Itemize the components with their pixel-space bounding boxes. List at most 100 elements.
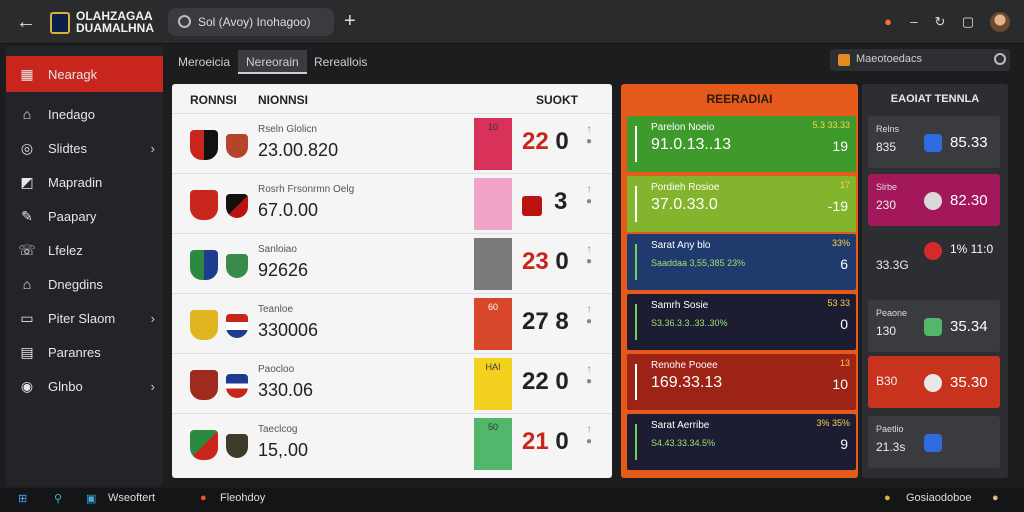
- stat-card[interactable]: Renohe Pooee 169.33.13 13 10: [627, 354, 856, 410]
- chevron-right-icon: ›: [150, 140, 155, 156]
- sidebar-item-7[interactable]: ▭ Piter Slaom ›: [6, 300, 163, 336]
- user-icon[interactable]: ●: [992, 492, 999, 504]
- row-color-block: 10: [474, 118, 512, 170]
- sidebar-item-3[interactable]: ◩ Mapradin: [6, 164, 163, 200]
- metric-number: 130: [876, 324, 897, 338]
- sidebar-item-label: Inedago: [48, 106, 95, 122]
- stat-card[interactable]: Parelon Noeio 91.0.13..13 5.3 33.33 19: [627, 116, 856, 172]
- tab-0[interactable]: Meroeicia: [170, 50, 238, 74]
- row-score: 3: [554, 188, 568, 215]
- taskbar-app-2[interactable]: Fleohdoy: [220, 492, 265, 504]
- search-icon[interactable]: ⚲: [54, 492, 62, 505]
- target-icon: ◎: [20, 139, 34, 156]
- metric-number: 230: [876, 198, 897, 212]
- search-icon[interactable]: [994, 53, 1006, 65]
- card-number: 19: [832, 138, 848, 154]
- back-arrow-icon[interactable]: ←: [14, 10, 38, 34]
- team-badge-icon: [924, 434, 942, 452]
- row-value: 330006: [258, 320, 319, 340]
- tray-icon[interactable]: ●: [884, 492, 891, 504]
- refresh-icon[interactable]: ↻: [930, 12, 950, 32]
- sidebar-item-5[interactable]: ☏ Lfelez: [6, 232, 163, 268]
- table-row[interactable]: Sanloiao 92626 23 0 ↑ ●: [172, 234, 612, 294]
- stat-card[interactable]: Samrh Sosie S3.36.3.3..33..30% 53 33 0: [627, 294, 856, 350]
- stat-card[interactable]: Sarat Any blo Saaddaa 3,55,385 23% 33% 6: [627, 234, 856, 290]
- row-color-block: [474, 238, 512, 290]
- table-row[interactable]: Teanloe 330006 60 27 8 ↑ ●: [172, 294, 612, 354]
- sidebar-item-9[interactable]: ◉ Glnbo ›: [6, 368, 163, 404]
- more-icon[interactable]: ↑ ●: [584, 424, 594, 448]
- sidebar: ▦ Nearagk ⌂ Inedago ◎ Slidtes › ◩ Maprad…: [6, 46, 163, 486]
- panel-title: EAOIAT TENNLA: [890, 93, 980, 105]
- sidebar-item-2[interactable]: ◎ Slidtes ›: [6, 130, 163, 166]
- table-row[interactable]: Taeclcog 15,.00 50 21 0 ↑ ●: [172, 414, 612, 474]
- card-title: Sarat Aerribe: [651, 420, 710, 431]
- metric-card[interactable]: 33.3G 1% 11:0: [868, 234, 1000, 286]
- card-number: 6: [840, 256, 848, 272]
- tab-1[interactable]: Nereorain: [238, 50, 307, 74]
- card-sub: Saaddaa 3,55,385 23%: [651, 258, 746, 268]
- notification-icon[interactable]: ●: [878, 12, 898, 32]
- table-row[interactable]: Paocloo 330.06 HAI 22 0 ↑ ●: [172, 354, 612, 414]
- sidebar-item-4[interactable]: ✎ Paapary: [6, 198, 163, 234]
- team-crest-icon: [226, 374, 248, 398]
- metric-card[interactable]: Paetlio 21.3s: [868, 416, 1000, 468]
- card-number: 0: [840, 316, 848, 332]
- row-color-block: [474, 178, 512, 230]
- sidebar-item-0[interactable]: ▦ Nearagk: [6, 56, 163, 92]
- metric-card[interactable]: Relns 835 85.33: [868, 116, 1000, 168]
- taskbar-app-1[interactable]: Wseoftert: [108, 492, 155, 504]
- globe-icon: ◉: [20, 377, 34, 394]
- team-crest-icon: [190, 310, 218, 340]
- sidebar-item-label: Piter Slaom: [48, 310, 116, 326]
- team-badge-icon: [924, 318, 942, 336]
- minimize-icon[interactable]: –: [904, 12, 924, 32]
- new-tab-icon[interactable]: +: [344, 10, 356, 33]
- panel-title: REERADIAI: [706, 92, 773, 106]
- sidebar-item-label: Slidtes: [48, 140, 88, 156]
- card-corner: 13: [839, 358, 850, 368]
- app-icon[interactable]: ▣: [86, 492, 96, 505]
- card-sub: S3.36.3.3..33..30%: [651, 318, 728, 328]
- shield-icon: [924, 134, 942, 152]
- more-icon[interactable]: ↑ ●: [584, 304, 594, 328]
- search-box[interactable]: Maeotoedacs: [830, 49, 1010, 71]
- sidebar-item-label: Dnegdins: [48, 276, 103, 292]
- card-accent: [635, 424, 637, 460]
- windows-start-icon[interactable]: ⊞: [18, 492, 27, 505]
- row-value: 92626: [258, 260, 309, 280]
- metric-card[interactable]: Peaone 130 35.34: [868, 300, 1000, 352]
- metric-number: 21.3s: [876, 440, 906, 454]
- right-panel: EAOIAT TENNLA Relns 835 85.33 Slrbe 230 …: [862, 84, 1008, 478]
- row-value: 67.0.00: [258, 200, 319, 220]
- metric-label: Relns: [876, 124, 900, 134]
- avatar[interactable]: [990, 12, 1010, 32]
- tray-text: Gosiaodoboe: [906, 492, 972, 504]
- more-icon[interactable]: ↑ ●: [584, 184, 594, 208]
- row-color-block: HAI: [474, 358, 512, 410]
- team-badge-icon: [924, 242, 942, 260]
- app-icon[interactable]: ●: [200, 492, 207, 504]
- metric-label: Slrbe: [876, 182, 898, 192]
- tab-2[interactable]: Rereallois: [306, 50, 375, 74]
- stat-card[interactable]: Pordieh Rosioe 37.0.33.0 17 -19: [627, 176, 856, 232]
- sidebar-item-1[interactable]: ⌂ Inedago: [6, 96, 163, 132]
- dashboard-icon: ▦: [20, 65, 34, 82]
- sidebar-item-6[interactable]: ⌂ Dnegdins: [6, 266, 163, 302]
- table-row[interactable]: Rosrh Frsonrmn Oelg 67.0.00 3 ↑ ●: [172, 174, 612, 234]
- team-crest-icon: [226, 194, 248, 218]
- team-badge-icon: [522, 196, 542, 216]
- metric-card[interactable]: B30 35.30: [868, 356, 1000, 408]
- sidebar-item-8[interactable]: ▤ Paranres: [6, 334, 163, 370]
- more-icon[interactable]: ↑ ●: [584, 124, 594, 148]
- window-icon[interactable]: ▢: [958, 12, 978, 32]
- metric-card[interactable]: Slrbe 230 82.30: [868, 174, 1000, 226]
- home-icon: ⌂: [22, 106, 32, 122]
- browser-tab[interactable]: Sol (Avoy) Inohagoo): [168, 8, 334, 36]
- table-row[interactable]: Rseln Glolicn 23.00.820 10 22 0 ↑ ●: [172, 114, 612, 174]
- stat-card[interactable]: Sarat Aerribe S4.43.33.34.5% 3% 35% 9: [627, 414, 856, 470]
- list-icon: ▤: [20, 343, 34, 360]
- more-icon[interactable]: ↑ ●: [584, 364, 594, 388]
- sidebar-item-label: Paranres: [48, 344, 101, 360]
- more-icon[interactable]: ↑ ●: [584, 244, 594, 268]
